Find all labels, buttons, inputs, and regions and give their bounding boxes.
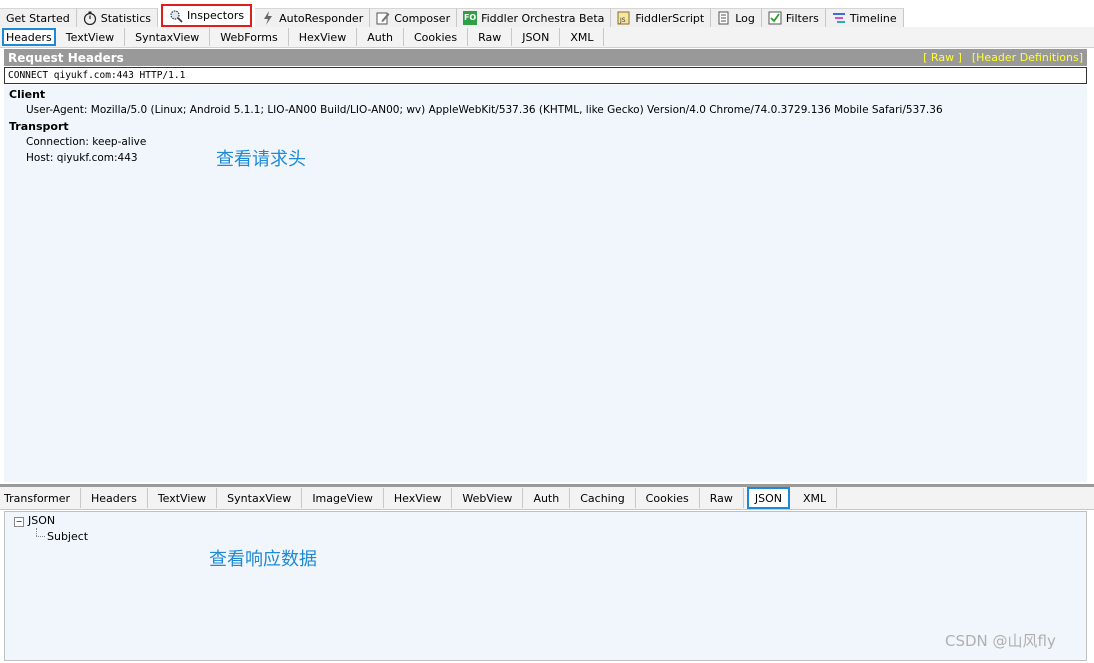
- request-headers-title-bar: Request Headers [ Raw ] [Header Definiti…: [4, 49, 1087, 66]
- tab-label: FiddlerScript: [635, 11, 705, 25]
- stopwatch-icon: [83, 11, 97, 26]
- response-tab-syntaxview[interactable]: SyntaxView: [217, 488, 303, 508]
- request-tab-cookies[interactable]: Cookies: [404, 28, 469, 46]
- tab-fiddlerscript[interactable]: JS FiddlerScript: [611, 8, 712, 27]
- tree-node-subject[interactable]: Subject: [47, 530, 88, 543]
- tab-autoresponder[interactable]: AutoResponder: [255, 8, 371, 27]
- response-tab-xml[interactable]: XML: [793, 488, 838, 508]
- request-tab-xml[interactable]: XML: [560, 28, 605, 46]
- annotation-view-request-headers: 查看请求头: [216, 149, 306, 170]
- tab-filters[interactable]: Filters: [761, 8, 826, 27]
- header-group-client[interactable]: Client: [9, 88, 45, 101]
- tree-connector: [36, 528, 37, 536]
- response-tab-transformer[interactable]: Transformer: [0, 488, 82, 508]
- response-tab-imageview[interactable]: ImageView: [302, 488, 384, 508]
- response-tab-cookies[interactable]: Cookies: [636, 488, 700, 508]
- log-icon: [717, 11, 731, 25]
- request-line-field[interactable]: CONNECT qiyukf.com:443 HTTP/1.1: [4, 67, 1087, 84]
- tab-statistics[interactable]: Statistics: [76, 8, 159, 27]
- header-definitions-link[interactable]: [Header Definitions]: [972, 51, 1083, 64]
- checkbox-icon: [768, 11, 782, 25]
- tab-label: Fiddler Orchestra Beta: [481, 11, 605, 25]
- fo-icon: FO: [463, 11, 478, 25]
- response-tab-raw[interactable]: Raw: [700, 488, 744, 508]
- header-group-transport[interactable]: Transport: [9, 120, 69, 133]
- header-connection[interactable]: Connection: keep-alive: [26, 136, 146, 148]
- inspector-tab-strip: Get Started Statistics Inspectors AutoRe…: [0, 4, 1094, 27]
- raw-link[interactable]: [ Raw ]: [923, 51, 962, 64]
- tab-composer[interactable]: Composer: [370, 8, 458, 27]
- tree-connector: [36, 536, 45, 537]
- request-view-tabs: Headers TextView SyntaxView WebForms Hex…: [0, 27, 1094, 48]
- response-tab-caching[interactable]: Caching: [570, 488, 636, 508]
- request-tab-raw[interactable]: Raw: [468, 28, 513, 46]
- tab-label: Log: [735, 11, 755, 25]
- request-tab-syntaxview[interactable]: SyntaxView: [125, 28, 211, 46]
- request-tab-auth[interactable]: Auth: [357, 28, 404, 46]
- response-tab-hexview[interactable]: HexView: [384, 488, 453, 508]
- response-tab-textview[interactable]: TextView: [148, 488, 218, 508]
- response-view-tabs: Transformer Headers TextView SyntaxView …: [0, 487, 1094, 510]
- tree-node-json[interactable]: JSON: [28, 514, 55, 527]
- response-tab-json[interactable]: JSON: [746, 487, 791, 509]
- response-tab-auth[interactable]: Auth: [523, 488, 571, 508]
- response-tab-headers[interactable]: Headers: [81, 488, 148, 508]
- pencil-icon: [376, 11, 390, 25]
- tab-label: Statistics: [100, 11, 152, 25]
- lightning-icon: [261, 11, 275, 25]
- magnifier-icon: [169, 9, 183, 23]
- tab-get-started[interactable]: Get Started: [0, 8, 77, 27]
- response-json-tree: − JSON Subject 查看响应数据: [4, 511, 1087, 661]
- header-host[interactable]: Host: qiyukf.com:443: [26, 152, 138, 164]
- tab-label: Filters: [785, 11, 819, 25]
- tab-log[interactable]: Log: [711, 8, 762, 27]
- request-headers-tree: Client User-Agent: Mozilla/5.0 (Linux; A…: [4, 85, 1087, 482]
- request-tab-textview[interactable]: TextView: [56, 28, 126, 46]
- header-user-agent[interactable]: User-Agent: Mozilla/5.0 (Linux; Android …: [26, 104, 943, 116]
- request-tab-json[interactable]: JSON: [512, 28, 561, 46]
- request-tab-webforms[interactable]: WebForms: [210, 28, 289, 46]
- tab-timeline[interactable]: Timeline: [825, 8, 904, 27]
- tab-label: Composer: [394, 11, 451, 25]
- request-headers-title: Request Headers: [8, 50, 124, 65]
- tab-label: Get Started: [6, 11, 70, 25]
- tab-fiddler-orchestra[interactable]: FO Fiddler Orchestra Beta: [457, 8, 612, 27]
- tab-label: Timeline: [849, 11, 897, 25]
- csdn-watermark: CSDN @山风fly: [945, 632, 1056, 650]
- timeline-icon: [832, 11, 846, 25]
- request-tab-hexview[interactable]: HexView: [289, 28, 358, 46]
- svg-text:JS: JS: [619, 17, 626, 24]
- tab-label: Inspectors: [187, 9, 245, 22]
- request-tab-headers[interactable]: Headers: [2, 28, 56, 46]
- annotation-view-response-data: 查看响应数据: [209, 549, 317, 570]
- response-tab-webview[interactable]: WebView: [452, 488, 524, 508]
- collapse-toggle-icon[interactable]: −: [14, 517, 24, 527]
- request-line-text: CONNECT qiyukf.com:443 HTTP/1.1: [8, 70, 186, 81]
- tab-inspectors[interactable]: Inspectors: [161, 4, 253, 27]
- tab-label: AutoResponder: [279, 11, 364, 25]
- script-icon: JS: [617, 11, 631, 25]
